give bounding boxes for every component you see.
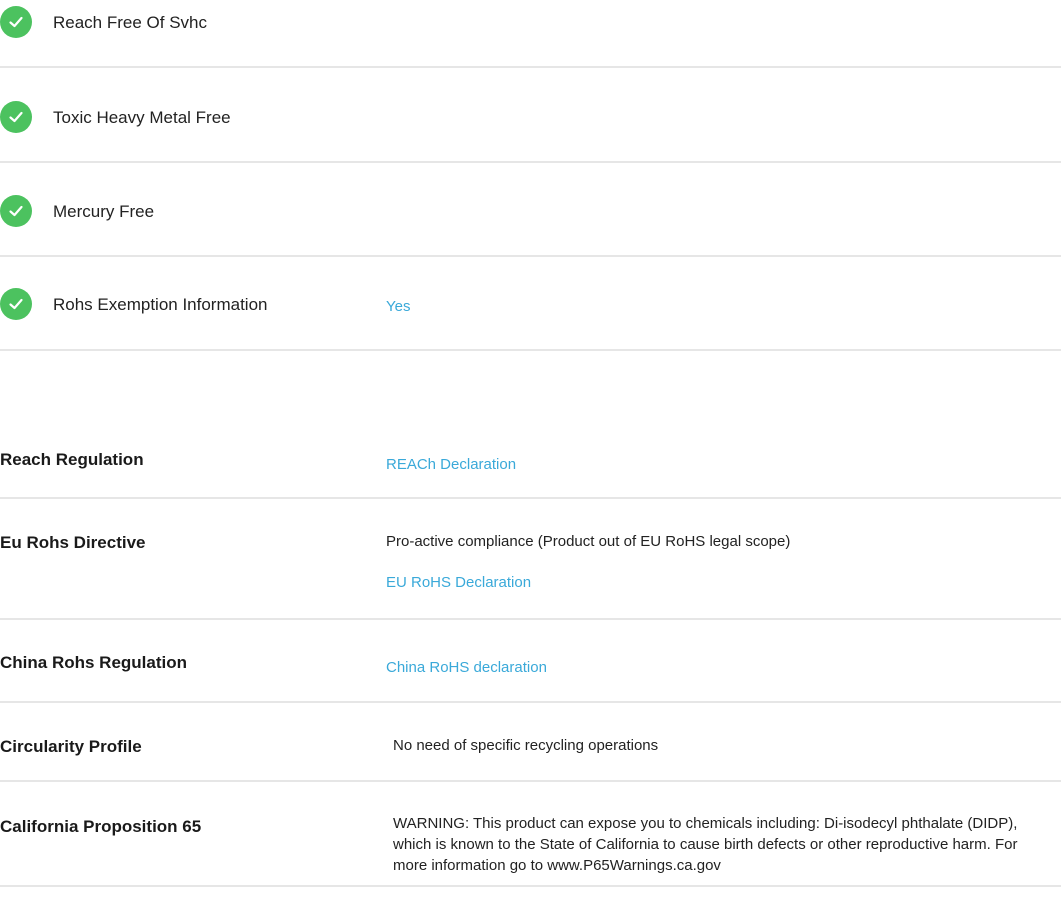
eu-rohs-compliance-text: Pro-active compliance (Product out of EU…: [386, 533, 791, 550]
checkmark-icon: [0, 195, 32, 227]
china-rohs-declaration-link[interactable]: China RoHS declaration: [386, 659, 547, 676]
prop65-warning-text: WARNING: This product can expose you to …: [393, 815, 1018, 874]
divider: [0, 161, 1061, 163]
check-label: Rohs Exemption Information: [53, 295, 268, 314]
divider: [0, 885, 1061, 887]
checkmark-icon: [0, 288, 32, 320]
circularity-profile-label: Circularity Profile: [0, 737, 142, 756]
divider: [0, 66, 1061, 68]
divider: [0, 255, 1061, 257]
eu-rohs-directive-label: Eu Rohs Directive: [0, 533, 146, 552]
california-prop65-label: California Proposition 65: [0, 817, 202, 836]
reach-declaration-link[interactable]: REACh Declaration: [386, 456, 516, 473]
check-label: Toxic Heavy Metal Free: [53, 108, 231, 127]
eu-rohs-declaration-link[interactable]: EU RoHS Declaration: [386, 574, 531, 591]
divider: [0, 349, 1061, 351]
checkmark-icon: [0, 101, 32, 133]
check-label: Reach Free Of Svhc: [53, 13, 208, 32]
divider: [0, 701, 1061, 703]
reach-regulation-label: Reach Regulation: [0, 450, 144, 469]
divider: [0, 618, 1061, 620]
divider: [0, 497, 1061, 499]
china-rohs-regulation-label: China Rohs Regulation: [0, 653, 187, 672]
checkmark-icon: [0, 6, 32, 38]
check-label: Mercury Free: [53, 202, 155, 221]
environmental-data-page: Reach Free Of Svhc Toxic Heavy Metal Fre…: [0, 0, 1061, 915]
rohs-exemption-value-link[interactable]: Yes: [386, 298, 410, 315]
divider: [0, 780, 1061, 782]
circularity-profile-text: No need of specific recycling operations: [393, 737, 659, 754]
